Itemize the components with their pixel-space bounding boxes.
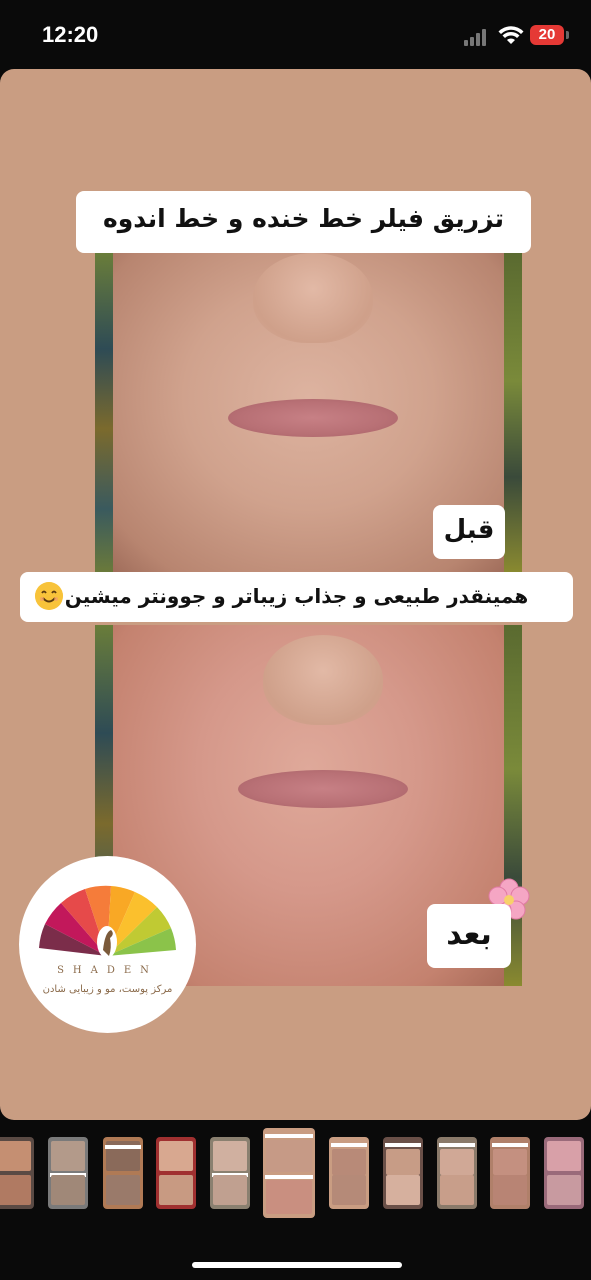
thumbnail[interactable] [210,1137,250,1209]
battery-tip [566,31,569,39]
logo: SHADEN مرکز پوست، مو و زیبایی شادن [19,856,196,1033]
logo-subtitle: مرکز پوست، مو و زیبایی شادن [42,984,173,995]
before-label: قبل [443,515,495,545]
status-bar: 12:20 20 [0,0,591,70]
lips [238,770,408,808]
cellular-signal-icon [464,28,492,46]
thumbnail-active[interactable] [263,1128,315,1218]
smiling-face-emoji [35,582,63,610]
lips [228,399,398,437]
peacock-logo-icon [39,885,176,958]
post-image[interactable]: تزریق فیلر خط خنده و خط اندوه قبل همینقد… [0,69,591,1120]
thumbnail[interactable] [103,1137,143,1209]
post-title: تزریق فیلر خط خنده و خط اندوه [102,204,505,233]
thumbnail[interactable] [490,1137,530,1209]
thumbnail[interactable] [329,1137,369,1209]
thumbnail-strip [0,1128,591,1223]
post-title-box: تزریق فیلر خط خنده و خط اندوه [76,191,531,253]
thumbnail[interactable] [48,1137,88,1209]
caption-text: همینقدر طبیعی و جذاب زیباتر و جوونتر میش… [64,584,529,608]
thumbnail[interactable] [383,1137,423,1209]
thumbnail[interactable] [156,1137,196,1209]
thumbnail[interactable] [544,1137,584,1209]
logo-brand: SHADEN [57,965,158,976]
before-label-box: قبل [433,505,505,559]
after-label: بعد [446,917,492,952]
nose [263,635,383,725]
thumbnail[interactable] [437,1137,477,1209]
after-label-box: بعد [427,904,511,968]
caption-box: همینقدر طبیعی و جذاب زیباتر و جوونتر میش… [20,572,573,622]
thumbnail[interactable] [0,1137,34,1209]
status-time: 12:20 [42,22,99,47]
wifi-icon [498,26,524,44]
nose [253,253,373,343]
battery-icon: 20 [530,25,564,45]
home-indicator[interactable] [192,1262,402,1268]
